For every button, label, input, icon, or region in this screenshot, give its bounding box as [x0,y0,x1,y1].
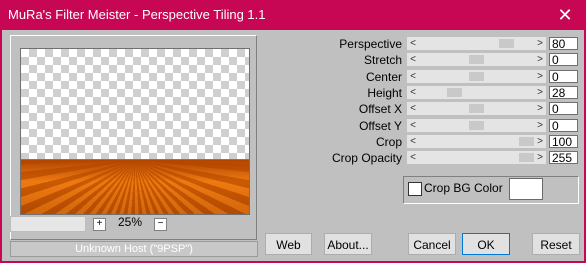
param-label: Offset Y [359,119,402,133]
param-slider[interactable]: < > [407,119,546,132]
chevron-right-icon[interactable]: > [534,102,546,115]
status-bar: Unknown Host ("9PSP") [10,241,258,257]
cancel-button[interactable]: Cancel [408,233,456,255]
preview-image[interactable] [20,48,250,215]
about-button[interactable]: About... [324,233,372,255]
param-label: Stretch [363,53,402,67]
filter-dialog-window: MuRa's Filter Meister - Perspective Tili… [0,0,586,263]
param-label: Center [365,70,402,84]
chevron-right-icon[interactable]: > [534,135,546,148]
param-value-field[interactable]: 100 [549,135,578,149]
zoom-progress [10,216,86,232]
param-value-field[interactable]: 0 [549,102,578,116]
slider-thumb[interactable] [469,55,484,64]
zoom-out-button[interactable]: − [154,218,167,231]
param-label: Offset X [358,102,402,116]
param-label: Perspective [339,37,402,51]
param-value-field[interactable]: 0 [549,119,578,133]
chevron-left-icon[interactable]: < [407,151,419,164]
slider-thumb[interactable] [519,153,534,162]
chevron-right-icon[interactable]: > [534,151,546,164]
slider-thumb[interactable] [519,137,534,146]
chevron-right-icon[interactable]: > [534,37,546,50]
slider-thumb[interactable] [499,39,514,48]
title-bar[interactable]: MuRa's Filter Meister - Perspective Tili… [0,0,586,30]
web-button[interactable]: Web [265,233,312,255]
param-slider[interactable]: < > [407,53,546,66]
preview-panel [10,35,257,240]
slider-thumb[interactable] [469,121,484,130]
dialog-body: + 25% − Unknown Host ("9PSP") Perspectiv… [2,30,584,261]
param-slider[interactable]: < > [407,70,546,83]
slider-thumb[interactable] [447,88,462,97]
crop-bg-color-swatch[interactable] [509,178,543,200]
param-value-field[interactable]: 0 [549,53,578,67]
chevron-right-icon[interactable]: > [534,86,546,99]
chevron-left-icon[interactable]: < [407,70,419,83]
param-value-field[interactable]: 0 [549,70,578,84]
chevron-right-icon[interactable]: > [534,119,546,132]
chevron-right-icon[interactable]: > [534,53,546,66]
preview-floor-tiles [21,159,249,214]
chevron-left-icon[interactable]: < [407,37,419,50]
param-slider[interactable]: < > [407,135,546,148]
param-value-field[interactable]: 255 [549,151,578,165]
param-label: Height [367,86,402,100]
param-slider[interactable]: < > [407,86,546,99]
chevron-left-icon[interactable]: < [407,119,419,132]
ok-button[interactable]: OK [462,233,510,255]
param-label: Crop [375,135,402,149]
param-value-field[interactable]: 28 [549,86,578,100]
crop-bg-checkbox[interactable] [408,182,422,196]
window-title: MuRa's Filter Meister - Perspective Tili… [8,7,266,22]
slider-thumb[interactable] [469,72,484,81]
param-slider[interactable]: < > [407,102,546,115]
crop-bg-label: Crop BG Color [424,181,503,195]
close-icon[interactable]: ✕ [552,2,578,28]
param-slider[interactable]: < > [407,151,546,164]
param-value-field[interactable]: 80 [549,37,578,51]
chevron-left-icon[interactable]: < [407,102,419,115]
chevron-left-icon[interactable]: < [407,53,419,66]
param-slider[interactable]: < > [407,37,546,50]
zoom-in-button[interactable]: + [93,218,106,231]
param-label: Crop Opacity [331,151,402,165]
slider-thumb[interactable] [469,104,484,113]
zoom-level: 25% [117,215,143,229]
reset-button[interactable]: Reset [532,233,580,255]
chevron-right-icon[interactable]: > [534,70,546,83]
chevron-left-icon[interactable]: < [407,86,419,99]
chevron-left-icon[interactable]: < [407,135,419,148]
